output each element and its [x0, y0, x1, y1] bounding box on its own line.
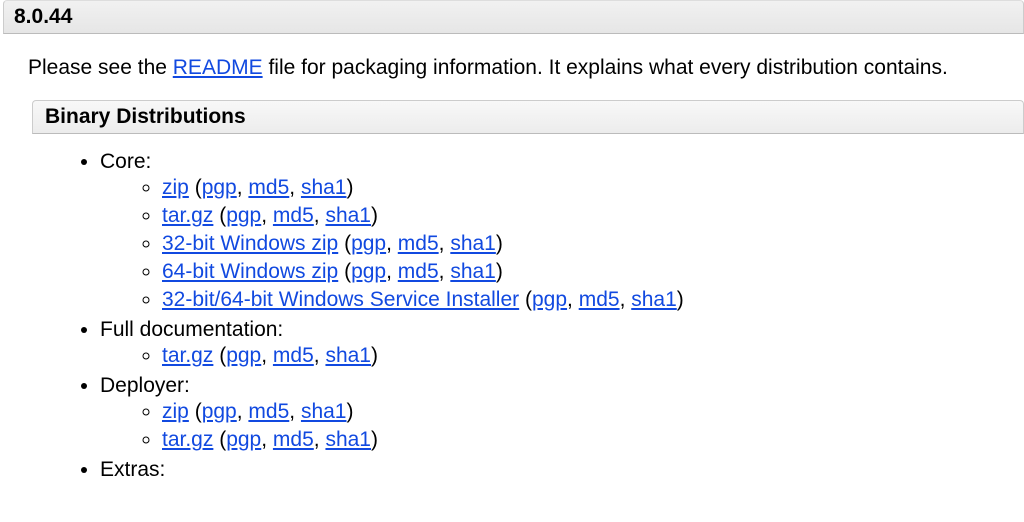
- sha1-link[interactable]: sha1: [325, 204, 371, 227]
- distribution-group: Full documentation:tar.gz (pgp, md5, sha…: [100, 316, 1024, 372]
- sha1-link[interactable]: sha1: [450, 260, 496, 283]
- pgp-link[interactable]: pgp: [226, 344, 261, 367]
- group-label: Extras:: [100, 458, 165, 481]
- pgp-link[interactable]: pgp: [226, 428, 261, 451]
- list-item: 32-bit/64-bit Windows Service Installer …: [162, 286, 1024, 314]
- separator: ,: [289, 176, 301, 199]
- download-link[interactable]: zip: [162, 176, 189, 199]
- intro-text: Please see the README file for packaging…: [0, 54, 1024, 100]
- pgp-link[interactable]: pgp: [202, 400, 237, 423]
- binary-distributions-header: Binary Distributions: [32, 100, 1024, 134]
- intro-suffix: file for packaging information. It expla…: [263, 56, 948, 79]
- download-link[interactable]: 32-bit Windows zip: [162, 232, 338, 255]
- paren-close: ): [496, 260, 503, 283]
- separator: ,: [289, 400, 301, 423]
- intro-prefix: Please see the: [28, 56, 173, 79]
- group-items: tar.gz (pgp, md5, sha1): [100, 342, 1024, 370]
- paren-open: (: [213, 428, 226, 451]
- download-link[interactable]: 64-bit Windows zip: [162, 260, 338, 283]
- group-label: Full documentation:: [100, 318, 283, 341]
- sha1-link[interactable]: sha1: [450, 232, 496, 255]
- sha1-link[interactable]: sha1: [301, 400, 347, 423]
- paren-close: ): [677, 288, 684, 311]
- paren-close: ): [346, 176, 353, 199]
- separator: ,: [237, 400, 249, 423]
- separator: ,: [439, 232, 451, 255]
- paren-open: (: [338, 260, 351, 283]
- md5-link[interactable]: md5: [273, 344, 314, 367]
- sha1-link[interactable]: sha1: [301, 176, 347, 199]
- list-item: tar.gz (pgp, md5, sha1): [162, 342, 1024, 370]
- separator: ,: [567, 288, 579, 311]
- list-item: tar.gz (pgp, md5, sha1): [162, 426, 1024, 454]
- separator: ,: [620, 288, 632, 311]
- md5-link[interactable]: md5: [248, 400, 289, 423]
- readme-link[interactable]: README: [173, 56, 263, 79]
- separator: ,: [261, 428, 273, 451]
- download-link[interactable]: 32-bit/64-bit Windows Service Installer: [162, 288, 519, 311]
- separator: ,: [314, 204, 326, 227]
- paren-open: (: [189, 176, 202, 199]
- separator: ,: [439, 260, 451, 283]
- list-item: tar.gz (pgp, md5, sha1): [162, 202, 1024, 230]
- sha1-link[interactable]: sha1: [325, 428, 371, 451]
- download-link[interactable]: tar.gz: [162, 204, 213, 227]
- separator: ,: [386, 260, 398, 283]
- paren-close: ): [371, 344, 378, 367]
- md5-link[interactable]: md5: [273, 204, 314, 227]
- paren-close: ): [371, 428, 378, 451]
- group-label: Deployer:: [100, 374, 190, 397]
- download-link[interactable]: zip: [162, 400, 189, 423]
- paren-close: ): [496, 232, 503, 255]
- paren-open: (: [338, 232, 351, 255]
- paren-open: (: [519, 288, 532, 311]
- pgp-link[interactable]: pgp: [532, 288, 567, 311]
- download-link[interactable]: tar.gz: [162, 344, 213, 367]
- md5-link[interactable]: md5: [273, 428, 314, 451]
- distribution-group: Extras:: [100, 456, 1024, 484]
- md5-link[interactable]: md5: [398, 232, 439, 255]
- list-item: 64-bit Windows zip (pgp, md5, sha1): [162, 258, 1024, 286]
- md5-link[interactable]: md5: [398, 260, 439, 283]
- paren-close: ): [371, 204, 378, 227]
- separator: ,: [386, 232, 398, 255]
- pgp-link[interactable]: pgp: [351, 260, 386, 283]
- group-items: zip (pgp, md5, sha1)tar.gz (pgp, md5, sh…: [100, 398, 1024, 454]
- md5-link[interactable]: md5: [248, 176, 289, 199]
- separator: ,: [237, 176, 249, 199]
- md5-link[interactable]: md5: [579, 288, 620, 311]
- download-link[interactable]: tar.gz: [162, 428, 213, 451]
- pgp-link[interactable]: pgp: [202, 176, 237, 199]
- paren-open: (: [213, 204, 226, 227]
- list-item: 32-bit Windows zip (pgp, md5, sha1): [162, 230, 1024, 258]
- list-item: zip (pgp, md5, sha1): [162, 398, 1024, 426]
- group-items: zip (pgp, md5, sha1)tar.gz (pgp, md5, sh…: [100, 174, 1024, 314]
- distribution-group: Core:zip (pgp, md5, sha1)tar.gz (pgp, md…: [100, 148, 1024, 316]
- version-header: 8.0.44: [3, 0, 1024, 34]
- separator: ,: [261, 344, 273, 367]
- separator: ,: [261, 204, 273, 227]
- pgp-link[interactable]: pgp: [226, 204, 261, 227]
- sha1-link[interactable]: sha1: [325, 344, 371, 367]
- separator: ,: [314, 344, 326, 367]
- paren-close: ): [346, 400, 353, 423]
- list-item: zip (pgp, md5, sha1): [162, 174, 1024, 202]
- pgp-link[interactable]: pgp: [351, 232, 386, 255]
- paren-open: (: [189, 400, 202, 423]
- separator: ,: [314, 428, 326, 451]
- paren-open: (: [213, 344, 226, 367]
- sha1-link[interactable]: sha1: [631, 288, 677, 311]
- distribution-group: Deployer:zip (pgp, md5, sha1)tar.gz (pgp…: [100, 372, 1024, 456]
- distribution-list: Core:zip (pgp, md5, sha1)tar.gz (pgp, md…: [0, 148, 1024, 484]
- group-label: Core:: [100, 150, 151, 173]
